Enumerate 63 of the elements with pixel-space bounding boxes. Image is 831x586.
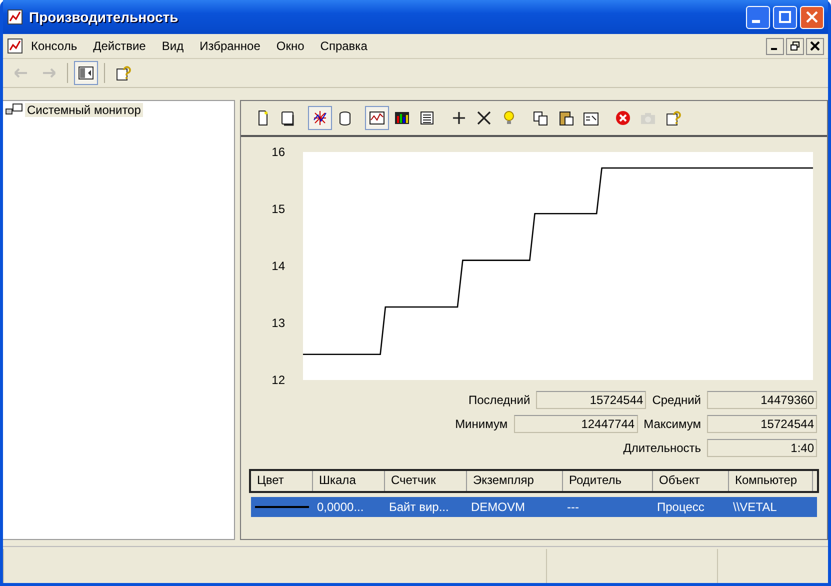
table-cell-text: \\VETAL (732, 500, 778, 514)
stat-value: 12447744 (514, 415, 638, 433)
table-cell-text: 0,0000... (316, 500, 365, 514)
maximize-icon (779, 11, 791, 23)
bulb-icon (501, 110, 517, 126)
table-cell-text: --- (566, 500, 580, 514)
copy-icon (533, 110, 549, 126)
menu-item[interactable]: Окно (268, 39, 312, 53)
stat-value: 14479360 (707, 391, 817, 409)
maximize-button[interactable] (773, 6, 797, 28)
table-cell-text: Процесс (656, 500, 706, 514)
table-cell-text: DEMOVM (470, 500, 526, 514)
plus-icon (451, 110, 467, 126)
stat-label: Длительность (623, 441, 701, 455)
close-icon (810, 41, 820, 51)
minimize-button[interactable] (766, 38, 784, 54)
help-icon (665, 110, 681, 126)
cylinder-icon (337, 110, 353, 126)
menu-item[interactable]: Вид (154, 39, 192, 53)
tree-item[interactable]: Системный монитор (3, 101, 234, 119)
restore-button[interactable] (786, 38, 804, 54)
app-icon (7, 9, 23, 25)
properties-icon (583, 110, 599, 126)
stat-label: Последний (468, 393, 530, 407)
axis-label: 15 (272, 202, 285, 216)
menu-item[interactable]: Действие (85, 39, 154, 53)
tree-label: Системный монитор (25, 103, 143, 117)
axis-label: 12 (272, 373, 285, 387)
menu-item[interactable]: Справка (312, 39, 376, 53)
spark-button[interactable] (308, 106, 332, 130)
window-title: Производительность (29, 9, 180, 25)
minimize-icon (771, 48, 777, 50)
axis-label: 13 (272, 316, 285, 330)
histogram-icon (394, 110, 410, 126)
panel-icon (78, 65, 94, 81)
cross-icon (476, 110, 492, 126)
close-button[interactable] (806, 38, 824, 54)
restore-icon (790, 41, 800, 51)
table-row[interactable]: 0,0000... Байт вир... DEMOVM --- Процесс \\VETAL (251, 497, 817, 517)
help-icon (115, 65, 131, 81)
table-cell-text: Байт вир... (388, 500, 450, 514)
stat-value: 15724544 (707, 415, 817, 433)
stat-value: 1:40 (707, 439, 817, 457)
chart-icon (369, 110, 385, 126)
camera-icon (640, 110, 656, 126)
stat-value: 15724544 (536, 391, 646, 409)
app-icon (7, 38, 23, 54)
chart-button[interactable] (365, 106, 389, 130)
spark-icon (312, 110, 328, 126)
menu-item[interactable]: Консоль (23, 39, 86, 53)
minimize-icon (752, 20, 760, 22)
menu-item[interactable]: Избранное (192, 39, 268, 53)
paste-icon (558, 110, 574, 126)
blank-page-icon (280, 110, 296, 126)
axis-label: 14 (272, 259, 285, 273)
panel-button[interactable] (74, 61, 98, 85)
axis-label: 16 (272, 145, 285, 159)
report-icon (419, 110, 435, 126)
stat-label: Средний (652, 393, 701, 407)
stat-label: Минимум (455, 417, 508, 431)
stat-label: Максимум (644, 417, 701, 431)
stop-icon (615, 110, 631, 126)
close-icon (806, 11, 818, 23)
